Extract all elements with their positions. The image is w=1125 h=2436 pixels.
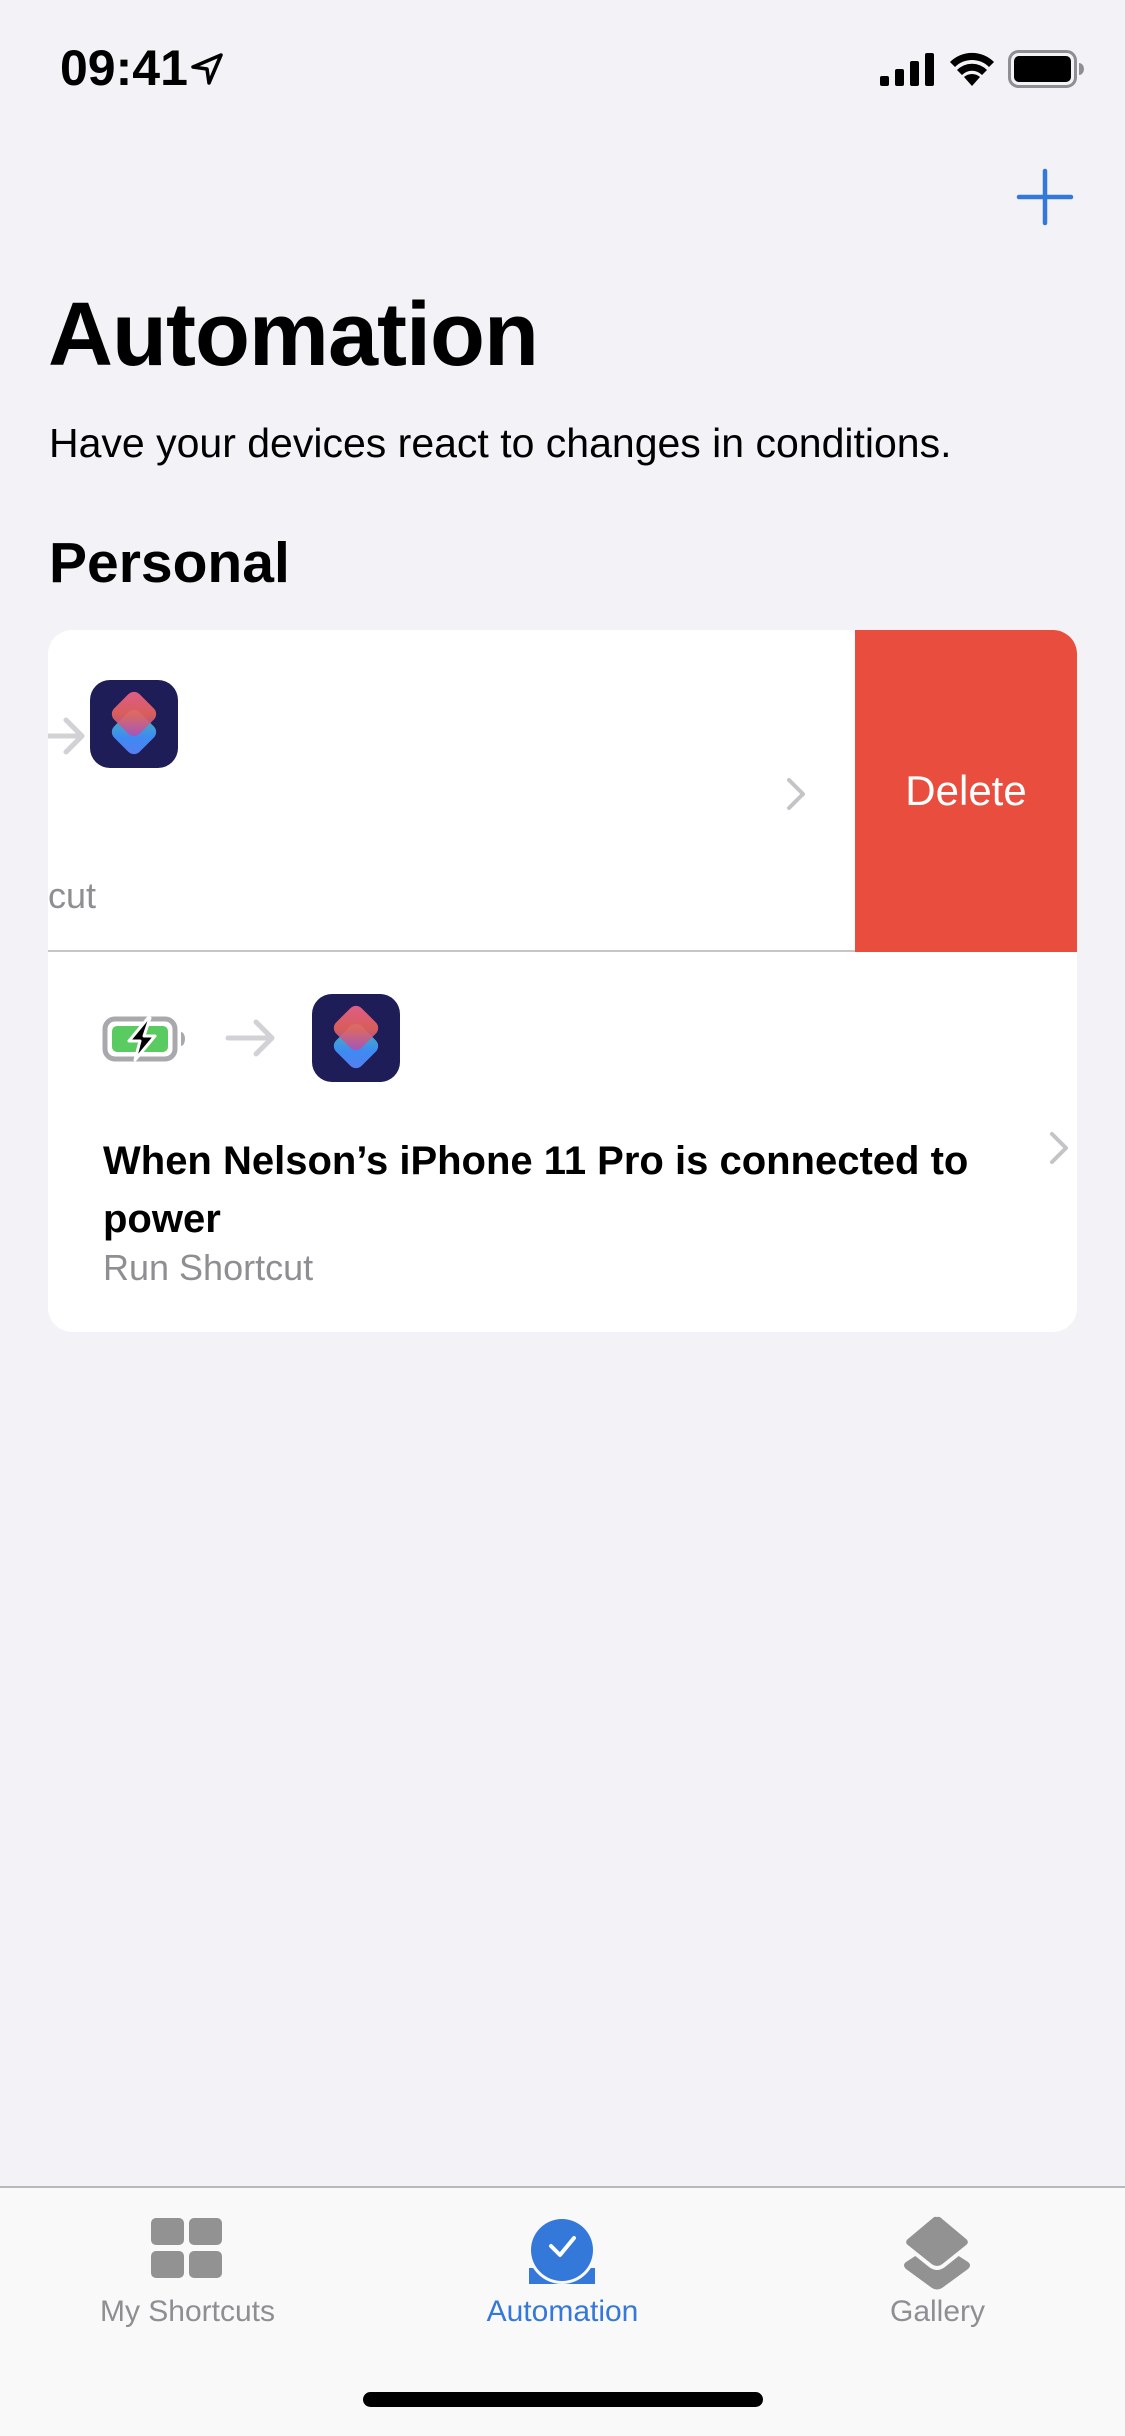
automation-list: nstagram” is opened cut Delete <box>48 630 1077 1332</box>
automation-subtitle: cut <box>48 875 97 916</box>
automation-check-icon <box>528 2216 596 2284</box>
grid-icon <box>151 2218 222 2278</box>
automation-title: When Nelson’s iPhone 11 Pro is connected… <box>103 1139 969 1241</box>
arrow-right-icon <box>48 717 85 755</box>
shortcuts-app-icon <box>312 994 400 1082</box>
battery-charging-icon <box>102 1016 185 1062</box>
page-title: Automation <box>48 285 539 385</box>
wifi-icon <box>950 52 994 86</box>
chevron-right-icon <box>787 778 805 810</box>
plus-icon <box>1016 168 1074 226</box>
delete-button[interactable]: Delete <box>855 630 1077 952</box>
page-subtitle: Have your devices react to changes in co… <box>49 420 952 466</box>
status-time: 09:41 <box>60 40 188 96</box>
tab-gallery[interactable]: Gallery <box>750 2188 1125 2348</box>
shortcuts-app-icon <box>90 680 178 768</box>
tab-automation[interactable]: Automation <box>375 2188 750 2348</box>
add-automation-button[interactable] <box>1008 160 1082 234</box>
chevron-right-icon <box>1050 1132 1068 1164</box>
tab-label: My Shortcuts <box>99 2295 276 2328</box>
layers-icon <box>902 2214 972 2290</box>
home-indicator[interactable] <box>363 2392 763 2407</box>
location-arrow-icon <box>191 53 223 85</box>
cellular-signal-icon <box>880 53 934 86</box>
automation-row-swiped: nstagram” is opened cut Delete <box>48 630 1077 952</box>
arrow-right-icon <box>225 1019 275 1057</box>
automation-row[interactable]: When Nelson’s iPhone 11 Pro is connected… <box>48 952 1077 1332</box>
tab-label: Automation <box>486 2295 639 2328</box>
section-title-personal: Personal <box>49 531 290 595</box>
tab-my-shortcuts[interactable]: My Shortcuts <box>0 2188 375 2348</box>
automation-row-content[interactable]: nstagram” is opened cut <box>48 630 855 952</box>
battery-icon <box>1008 50 1084 88</box>
automation-subtitle: Run Shortcut <box>103 1247 314 1288</box>
tab-label: Gallery <box>889 2295 986 2328</box>
